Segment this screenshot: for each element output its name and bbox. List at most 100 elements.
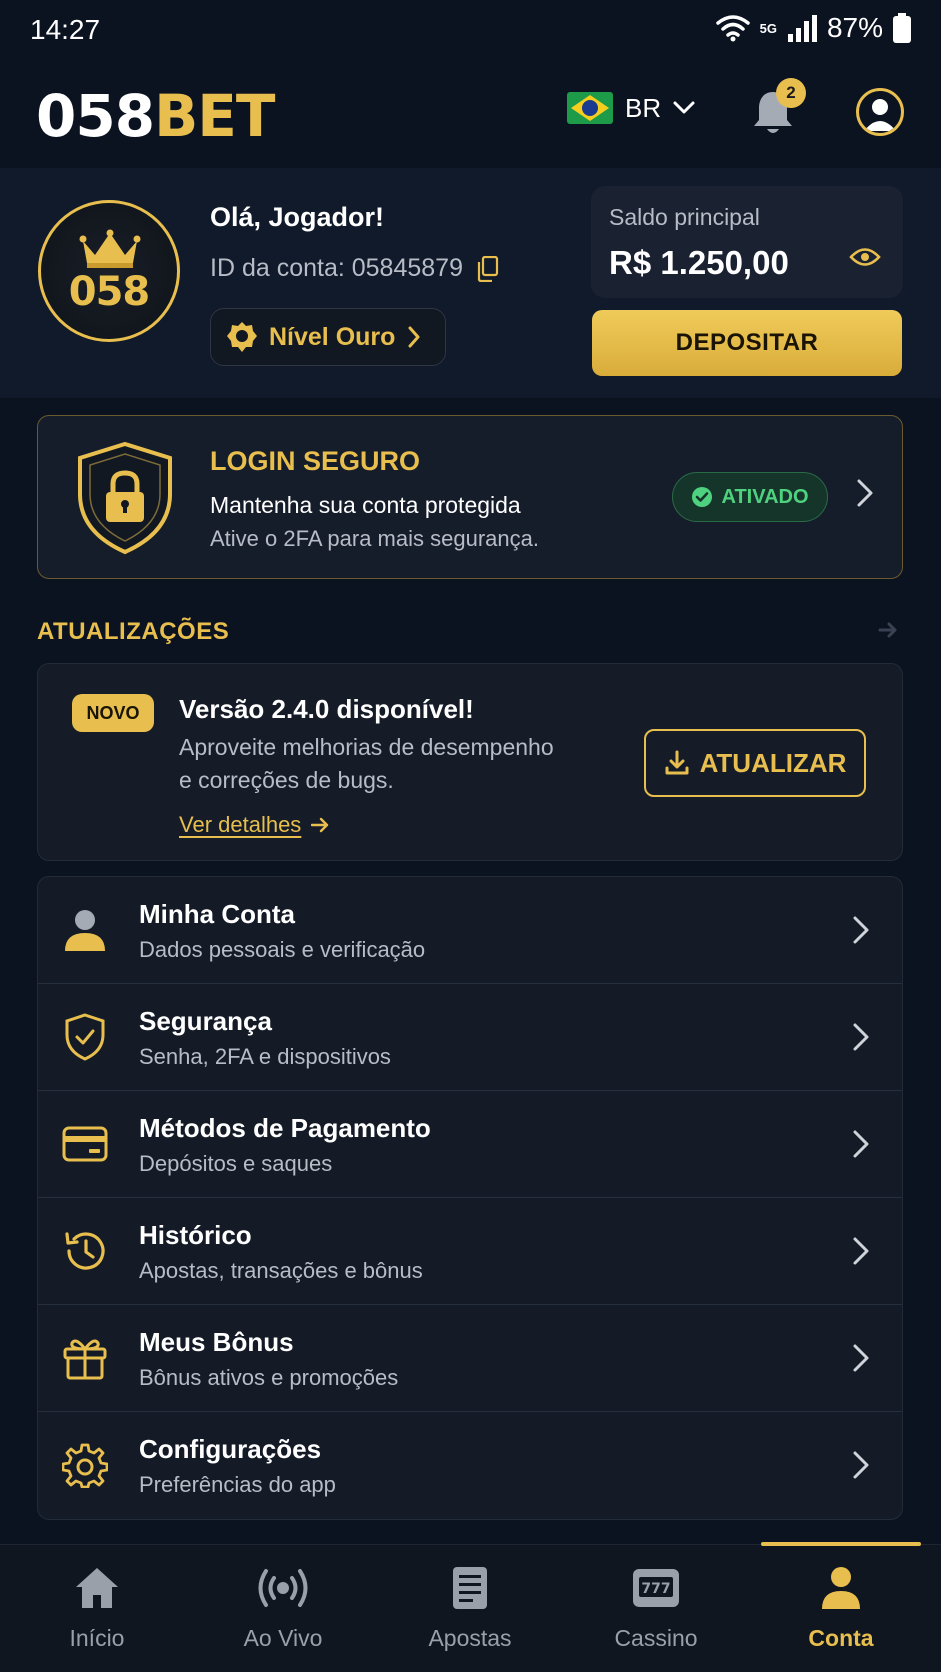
home-icon [69,1563,125,1613]
balance-value: R$ 1.250,00 [609,244,789,281]
arrow-right-icon [311,817,329,833]
history-icon [60,1226,110,1276]
secure-login-card[interactable]: LOGIN SEGURO Mantenha sua conta protegid… [37,415,903,579]
view-details-label: Ver detalhes [179,812,302,837]
new-badge: NOVO [72,694,154,732]
gift-icon [60,1333,110,1383]
menu-item-title: Segurança [139,1006,272,1036]
nav-label: Cassino [614,1625,698,1651]
status-badge-label: ATIVADO [721,485,809,508]
user-icon [813,1563,869,1613]
user-avatar-icon [864,99,896,131]
menu-item-subtitle: Dados pessoais e verificação [139,937,426,962]
menu-item-minha-conta[interactable]: Minha Conta Dados pessoais e verificação [38,877,902,984]
status-badge: ATIVADO [672,472,828,522]
shield-lock-icon [78,441,172,555]
deposit-button[interactable]: DEPOSITAR [592,310,902,376]
menu-item-subtitle: Senha, 2FA e dispositivos [139,1044,391,1069]
profile-avatar-button[interactable] [856,88,904,136]
balance-label: Saldo principal [609,204,760,230]
shield-check-icon [60,1012,110,1062]
status-time: 14:27 [30,14,101,45]
active-tab-indicator [761,1542,921,1546]
nav-label: Apostas [428,1625,512,1651]
slot-machine-icon: 777 [628,1563,684,1613]
menu-item-title: Configurações [139,1434,322,1464]
chevron-right-icon [853,1344,869,1372]
account-menu: Minha Conta Dados pessoais e verificação… [37,876,903,1520]
language-label: BR [625,92,662,123]
credit-card-icon [60,1119,110,1169]
svg-text:777: 777 [641,1581,670,1597]
nav-item-conta[interactable]: Conta [748,1545,934,1672]
status-icons: 5G 87% [715,12,911,44]
secure-login-description: Ative o 2FA para mais segurança. [210,526,539,551]
update-button[interactable]: ATUALIZAR [644,729,866,797]
brazil-flag-icon [567,92,613,124]
download-icon [665,750,689,775]
nav-item-cassino[interactable]: 777 Cassino [563,1545,749,1672]
badge-icon [227,322,257,352]
menu-item-title: Minha Conta [139,899,295,929]
chevron-down-icon [673,101,695,114]
nav-item-apostas[interactable]: Apostas [377,1545,563,1672]
menu-item-seguranca[interactable]: Segurança Senha, 2FA e dispositivos [38,984,902,1091]
nav-label: Ao Vivo [243,1625,323,1651]
app-header: 058BET BR 2 [0,66,941,166]
account-id: ID da conta: 05845879 [210,254,499,283]
chevron-right-icon [853,916,869,944]
chevron-right-icon [857,479,873,507]
secure-login-title: LOGIN SEGURO [210,446,421,476]
menu-item-subtitle: Depósitos e saques [139,1151,333,1176]
menu-item-configuracoes[interactable]: Configurações Preferências do app [38,1412,902,1519]
menu-item-title: Meus Bônus [139,1327,294,1357]
chevron-right-icon [853,1451,869,1479]
menu-item-meus-bonus[interactable]: Meus Bônus Bônus ativos e promoções [38,1305,902,1412]
user-icon [60,905,110,955]
update-description-line1: Aproveite melhorias de desempenho [179,734,554,760]
updates-heading: ATUALIZAÇÕES [37,618,230,645]
chevron-right-icon [853,1130,869,1158]
logo-number: 058 [36,82,155,150]
status-bar: 14:27 5G 87% [0,0,941,58]
logo-word: BET [154,82,275,150]
secure-login-subtitle: Mantenha sua conta protegida [210,492,521,518]
eye-icon[interactable] [849,246,881,268]
menu-item-title: Métodos de Pagamento [139,1113,431,1143]
vip-level-button[interactable]: Nível Ouro [210,308,446,366]
brand-logo[interactable]: 058BET [36,82,275,150]
arrow-right-icon[interactable] [878,622,898,638]
wifi-icon [715,15,750,42]
vip-level-label: Nível Ouro [269,322,396,351]
notification-badge: 2 [776,78,806,108]
chevron-right-icon [853,1023,869,1051]
crest-number: 058 [68,269,151,315]
menu-item-subtitle: Preferências do app [139,1472,336,1497]
update-title: Versão 2.4.0 disponível! [179,694,474,724]
signal-icon [787,15,817,42]
check-circle-icon [692,487,713,507]
gear-icon [60,1440,110,1490]
live-broadcast-icon [255,1563,311,1613]
copy-icon[interactable] [477,255,499,282]
nav-label: Conta [808,1625,874,1651]
betslip-icon [442,1563,498,1613]
update-description-line2: e correções de bugs. [179,767,394,793]
chevron-right-icon [853,1237,869,1265]
vip-crest: 058 [38,200,180,342]
greeting: Olá, Jogador! [210,202,385,232]
nav-item-inicio[interactable]: Início [4,1545,190,1672]
menu-item-subtitle: Apostas, transações e bônus [139,1258,423,1283]
menu-item-title: Histórico [139,1220,252,1250]
language-selector[interactable]: BR [567,92,695,124]
profile-summary: 058 Olá, Jogador! ID da conta: 05845879 … [0,168,941,398]
menu-item-historico[interactable]: Histórico Apostas, transações e bônus [38,1198,902,1305]
chevron-right-icon [408,326,420,348]
nav-item-ao-vivo[interactable]: Ao Vivo [190,1545,376,1672]
menu-item-metodos-pagamento[interactable]: Métodos de Pagamento Depósitos e saques [38,1091,902,1198]
battery-icon [893,13,911,43]
account-id-text: ID da conta: 05845879 [210,254,463,282]
view-details-link[interactable]: Ver detalhes [179,812,329,838]
battery-percent: 87% [826,12,883,43]
menu-item-subtitle: Bônus ativos e promoções [139,1365,399,1390]
